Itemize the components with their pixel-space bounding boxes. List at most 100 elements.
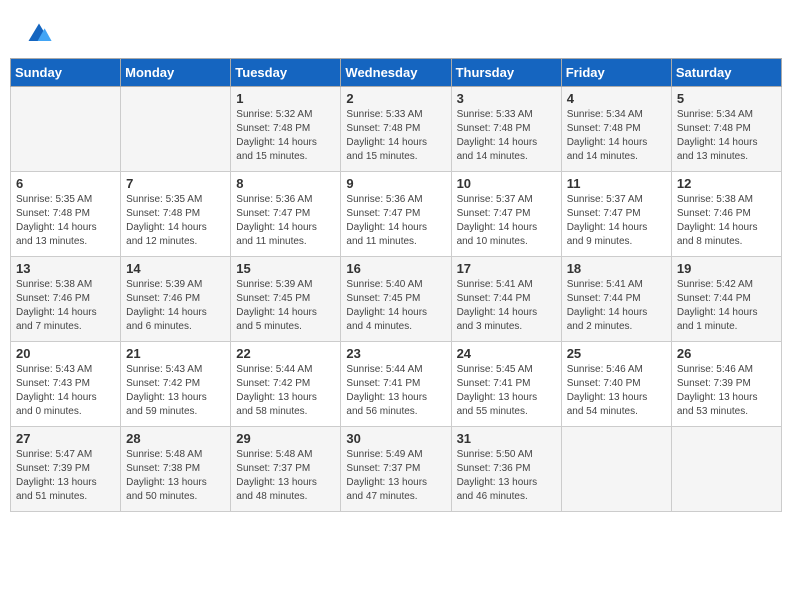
day-info: Sunrise: 5:39 AM Sunset: 7:46 PM Dayligh… [126, 278, 225, 334]
calendar-cell: 30 Sunrise: 5:49 AM Sunset: 7:37 PM Dayli… [341, 427, 451, 512]
calendar-cell: 15 Sunrise: 5:39 AM Sunset: 7:45 PM Dayli… [231, 257, 341, 342]
day-number: 27 [16, 431, 115, 446]
day-info: Sunrise: 5:35 AM Sunset: 7:48 PM Dayligh… [16, 193, 115, 249]
calendar-cell: 27 Sunrise: 5:47 AM Sunset: 7:39 PM Dayli… [11, 427, 121, 512]
day-number: 18 [567, 261, 666, 276]
day-info: Sunrise: 5:44 AM Sunset: 7:42 PM Dayligh… [236, 363, 335, 419]
day-number: 2 [346, 91, 445, 106]
week-row-3: 13Sunrise: 5:38 AM Sunset: 7:46 PM Dayli… [11, 257, 782, 342]
calendar-cell: 22Sunrise: 5:44 AM Sunset: 7:42 PM Dayli… [231, 342, 341, 427]
day-number: 4 [567, 91, 666, 106]
calendar-cell: 28 Sunrise: 5:48 AM Sunset: 7:38 PM Dayli… [121, 427, 231, 512]
page-header [10, 10, 782, 53]
calendar-cell: 25 Sunrise: 5:46 AM Sunset: 7:40 PM Dayli… [561, 342, 671, 427]
calendar-cell: 5 Sunrise: 5:34 AM Sunset: 7:48 PM Daylig… [671, 87, 781, 172]
day-info: Sunrise: 5:48 AM Sunset: 7:37 PM Dayligh… [236, 448, 335, 504]
calendar-cell: 19 Sunrise: 5:42 AM Sunset: 7:44 PM Dayli… [671, 257, 781, 342]
day-number: 9 [346, 176, 445, 191]
weekday-header-friday: Friday [561, 59, 671, 87]
week-row-1: 1Sunrise: 5:32 AM Sunset: 7:48 PM Daylig… [11, 87, 782, 172]
day-info: Sunrise: 5:46 AM Sunset: 7:39 PM Dayligh… [677, 363, 776, 419]
day-number: 5 [677, 91, 776, 106]
day-info: Sunrise: 5:37 AM Sunset: 7:47 PM Dayligh… [567, 193, 666, 249]
day-number: 1 [236, 91, 335, 106]
calendar-cell: 12 Sunrise: 5:38 AM Sunset: 7:46 PM Dayli… [671, 172, 781, 257]
day-number: 6 [16, 176, 115, 191]
weekday-header-thursday: Thursday [451, 59, 561, 87]
calendar-cell: 8 Sunrise: 5:36 AM Sunset: 7:47 PM Daylig… [231, 172, 341, 257]
day-info: Sunrise: 5:39 AM Sunset: 7:45 PM Dayligh… [236, 278, 335, 334]
day-info: Sunrise: 5:42 AM Sunset: 7:44 PM Dayligh… [677, 278, 776, 334]
day-number: 21 [126, 346, 225, 361]
day-number: 23 [346, 346, 445, 361]
day-number: 14 [126, 261, 225, 276]
weekday-header-wednesday: Wednesday [341, 59, 451, 87]
day-info: Sunrise: 5:46 AM Sunset: 7:40 PM Dayligh… [567, 363, 666, 419]
calendar-cell: 26 Sunrise: 5:46 AM Sunset: 7:39 PM Dayli… [671, 342, 781, 427]
day-info: Sunrise: 5:43 AM Sunset: 7:43 PM Dayligh… [16, 363, 115, 419]
day-info: Sunrise: 5:47 AM Sunset: 7:39 PM Dayligh… [16, 448, 115, 504]
calendar-cell [671, 427, 781, 512]
day-info: Sunrise: 5:37 AM Sunset: 7:47 PM Dayligh… [457, 193, 556, 249]
day-number: 26 [677, 346, 776, 361]
day-number: 12 [677, 176, 776, 191]
day-number: 19 [677, 261, 776, 276]
calendar-cell: 23 Sunrise: 5:44 AM Sunset: 7:41 PM Dayli… [341, 342, 451, 427]
day-info: Sunrise: 5:43 AM Sunset: 7:42 PM Dayligh… [126, 363, 225, 419]
day-number: 11 [567, 176, 666, 191]
calendar-cell: 16Sunrise: 5:40 AM Sunset: 7:45 PM Dayli… [341, 257, 451, 342]
day-number: 28 [126, 431, 225, 446]
calendar-table: SundayMondayTuesdayWednesdayThursdayFrid… [10, 58, 782, 512]
calendar-cell: 20 Sunrise: 5:43 AM Sunset: 7:43 PM Dayli… [11, 342, 121, 427]
day-info: Sunrise: 5:45 AM Sunset: 7:41 PM Dayligh… [457, 363, 556, 419]
calendar-cell: 18 Sunrise: 5:41 AM Sunset: 7:44 PM Dayli… [561, 257, 671, 342]
weekday-header-saturday: Saturday [671, 59, 781, 87]
calendar-cell: 17 Sunrise: 5:41 AM Sunset: 7:44 PM Dayli… [451, 257, 561, 342]
calendar-cell: 6 Sunrise: 5:35 AM Sunset: 7:48 PM Daylig… [11, 172, 121, 257]
logo [25, 20, 55, 48]
day-info: Sunrise: 5:35 AM Sunset: 7:48 PM Dayligh… [126, 193, 225, 249]
day-number: 13 [16, 261, 115, 276]
day-number: 25 [567, 346, 666, 361]
weekday-header-sunday: Sunday [11, 59, 121, 87]
day-info: Sunrise: 5:34 AM Sunset: 7:48 PM Dayligh… [677, 108, 776, 164]
day-info: Sunrise: 5:44 AM Sunset: 7:41 PM Dayligh… [346, 363, 445, 419]
calendar-cell: 4 Sunrise: 5:34 AM Sunset: 7:48 PM Daylig… [561, 87, 671, 172]
day-number: 31 [457, 431, 556, 446]
calendar-cell: 7 Sunrise: 5:35 AM Sunset: 7:48 PM Daylig… [121, 172, 231, 257]
day-number: 8 [236, 176, 335, 191]
week-row-5: 27 Sunrise: 5:47 AM Sunset: 7:39 PM Dayli… [11, 427, 782, 512]
weekday-header-row: SundayMondayTuesdayWednesdayThursdayFrid… [11, 59, 782, 87]
calendar-cell [561, 427, 671, 512]
day-number: 10 [457, 176, 556, 191]
day-info: Sunrise: 5:38 AM Sunset: 7:46 PM Dayligh… [677, 193, 776, 249]
day-info: Sunrise: 5:41 AM Sunset: 7:44 PM Dayligh… [457, 278, 556, 334]
day-number: 30 [346, 431, 445, 446]
day-number: 24 [457, 346, 556, 361]
calendar-cell: 9 Sunrise: 5:36 AM Sunset: 7:47 PM Daylig… [341, 172, 451, 257]
day-info: Sunrise: 5:33 AM Sunset: 7:48 PM Dayligh… [346, 108, 445, 164]
day-info: Sunrise: 5:49 AM Sunset: 7:37 PM Dayligh… [346, 448, 445, 504]
day-info: Sunrise: 5:33 AM Sunset: 7:48 PM Dayligh… [457, 108, 556, 164]
calendar-cell: 31 Sunrise: 5:50 AM Sunset: 7:36 PM Dayli… [451, 427, 561, 512]
day-number: 17 [457, 261, 556, 276]
weekday-header-monday: Monday [121, 59, 231, 87]
day-info: Sunrise: 5:34 AM Sunset: 7:48 PM Dayligh… [567, 108, 666, 164]
calendar-cell: 11 Sunrise: 5:37 AM Sunset: 7:47 PM Dayli… [561, 172, 671, 257]
logo-icon [25, 20, 53, 48]
calendar-cell [11, 87, 121, 172]
day-info: Sunrise: 5:50 AM Sunset: 7:36 PM Dayligh… [457, 448, 556, 504]
day-info: Sunrise: 5:41 AM Sunset: 7:44 PM Dayligh… [567, 278, 666, 334]
day-info: Sunrise: 5:48 AM Sunset: 7:38 PM Dayligh… [126, 448, 225, 504]
day-number: 16 [346, 261, 445, 276]
day-number: 20 [16, 346, 115, 361]
calendar-cell: 10 Sunrise: 5:37 AM Sunset: 7:47 PM Dayli… [451, 172, 561, 257]
weekday-header-tuesday: Tuesday [231, 59, 341, 87]
day-info: Sunrise: 5:36 AM Sunset: 7:47 PM Dayligh… [346, 193, 445, 249]
day-number: 7 [126, 176, 225, 191]
calendar-cell [121, 87, 231, 172]
day-info: Sunrise: 5:36 AM Sunset: 7:47 PM Dayligh… [236, 193, 335, 249]
week-row-4: 20 Sunrise: 5:43 AM Sunset: 7:43 PM Dayli… [11, 342, 782, 427]
day-number: 15 [236, 261, 335, 276]
calendar-cell: 1Sunrise: 5:32 AM Sunset: 7:48 PM Daylig… [231, 87, 341, 172]
